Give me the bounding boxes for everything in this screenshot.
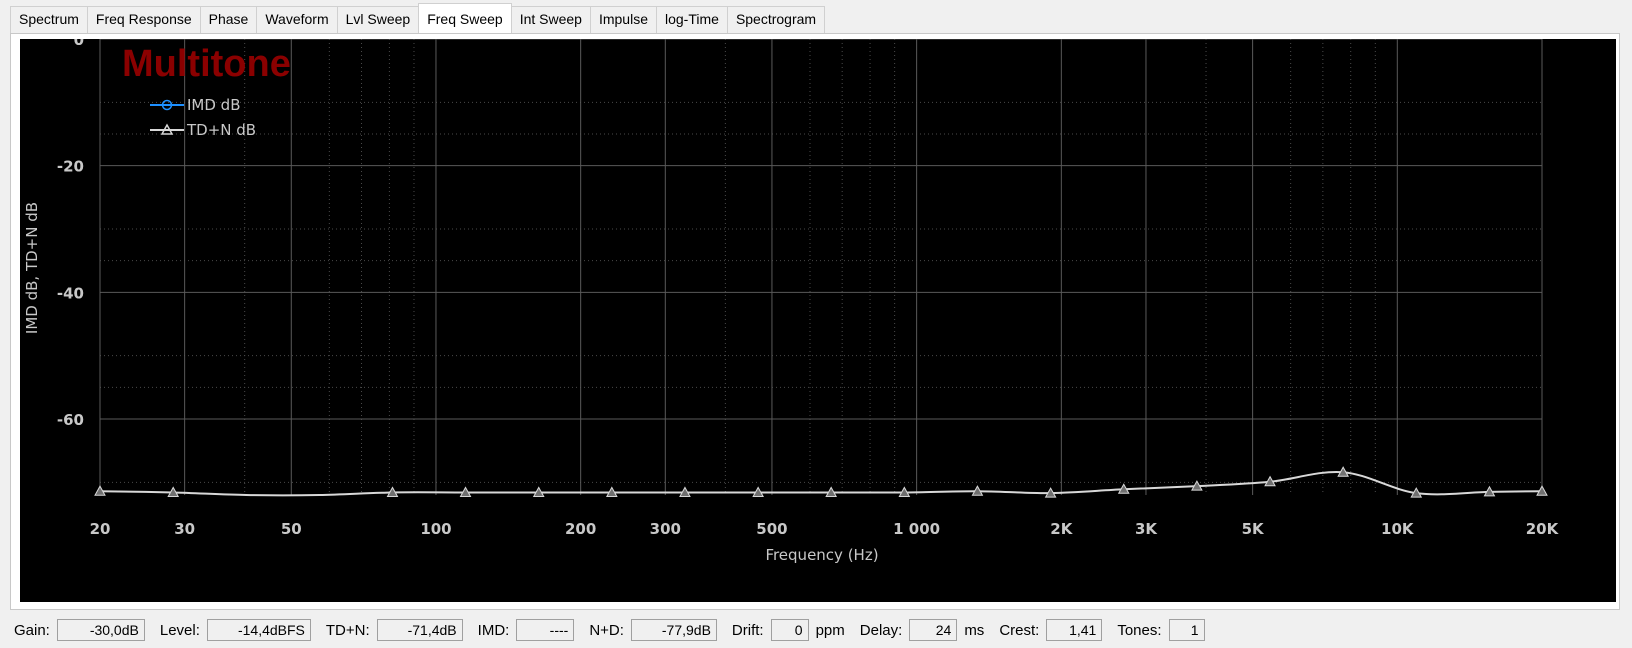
x-tick-label: 3K [1135,520,1158,538]
y-tick-label: -40 [57,284,84,302]
status-label: IMD: [477,621,510,639]
legend: IMD dB TD+N dB [150,96,256,139]
status-label: Drift: [731,621,764,639]
x-tick-label: 30 [174,520,195,538]
x-tick-label: 200 [565,520,596,538]
tab-log-time[interactable]: log-Time [656,6,728,33]
status-gain: Gain: -30,0dB [14,619,145,641]
tab-freq-response[interactable]: Freq Response [86,6,201,33]
status-td-n: TD+N: -71,4dB [326,619,463,641]
status-tones: Tones: 1 [1117,619,1205,641]
tab-int-sweep[interactable]: Int Sweep [510,6,591,33]
watermark: Multitone [122,43,291,85]
y-tick-labels: 0 -20 -40 -60 [57,39,84,429]
y-tick-label: -20 [57,158,84,176]
status-label: Gain: [14,621,50,639]
tab-strip: Spectrum Freq Response Phase Waveform Lvl Sw… [10,3,826,33]
series-line-tdn [99,470,1543,497]
x-tick-label: 100 [420,520,451,538]
tab-spectrum[interactable]: Spectrum [10,6,88,33]
status-delay: Delay: 24 ms [859,619,985,641]
y-tick-label: 0 [74,39,84,49]
x-tick-label: 50 [281,520,302,538]
status-drift: Drift: 0 ppm [732,619,845,641]
status-unit: ms [964,621,985,639]
status-bar: Gain: -30,0dB Level: -14,4dBFS TD+N: -71,4dB I… [0,612,1632,648]
tab-lvl-sweep[interactable]: Lvl Sweep [336,6,420,33]
tab-spectrogram[interactable]: Spectrogram [726,6,826,33]
app-window: Spectrum Freq Response Phase Waveform Lvl Sw… [0,0,1632,648]
status-value-drift: 0 [770,619,809,641]
status-label: Delay: [859,621,903,639]
x-tick-label: 5K [1242,520,1265,538]
status-label: Tones: [1117,621,1162,639]
status-label: TD+N: [325,621,370,639]
status-value-level: -14,4dBFS [206,619,311,641]
y-axis-title: IMD dB, TD+N dB [23,202,41,334]
freq-sweep-chart[interactable]: 20 30 50 100 200 300 500 1 000 2K 3K 5K 10K 20K 0 -20… [20,39,1616,602]
grid [99,39,1543,495]
status-label: Level: [159,621,200,639]
status-label: N+D: [589,621,624,639]
x-tick-label: 1 000 [893,520,940,538]
status-crest: Crest: 1,41 [999,619,1103,641]
status-imd: IMD: ---- [478,619,575,641]
tab-phase[interactable]: Phase [199,6,258,33]
status-level: Level: -14,4dBFS [160,619,311,641]
status-value-n-d: -77,9dB [630,619,717,641]
x-tick-label: 20K [1526,520,1560,538]
x-tick-label: 2K [1050,520,1073,538]
x-tick-label: 300 [650,520,681,538]
x-tick-label: 20 [90,520,111,538]
x-tick-label: 10K [1381,520,1415,538]
tab-impulse[interactable]: Impulse [589,6,657,33]
tab-waveform[interactable]: Waveform [256,6,338,33]
status-label: Crest: [999,621,1040,639]
status-unit: ppm [815,621,845,639]
x-axis-title: Frequency (Hz) [765,546,878,564]
status-value-crest: 1,41 [1046,619,1103,641]
status-value-tones: 1 [1168,619,1205,641]
x-tick-label: 500 [756,520,787,538]
status-value-delay: 24 [909,619,958,641]
x-tick-labels: 20 30 50 100 200 300 500 1 000 2K 3K 5K 10K 20K [90,520,1560,538]
tab-freq-sweep[interactable]: Freq Sweep [418,3,512,33]
status-value-imd: ---- [516,619,575,641]
status-value-td-n: -71,4dB [376,619,463,641]
status-value-gain: -30,0dB [56,619,145,641]
y-tick-label: -60 [57,411,84,429]
status-n-d: N+D: -77,9dB [589,619,717,641]
legend-label: TD+N dB [186,121,256,139]
legend-label: IMD dB [187,96,241,114]
